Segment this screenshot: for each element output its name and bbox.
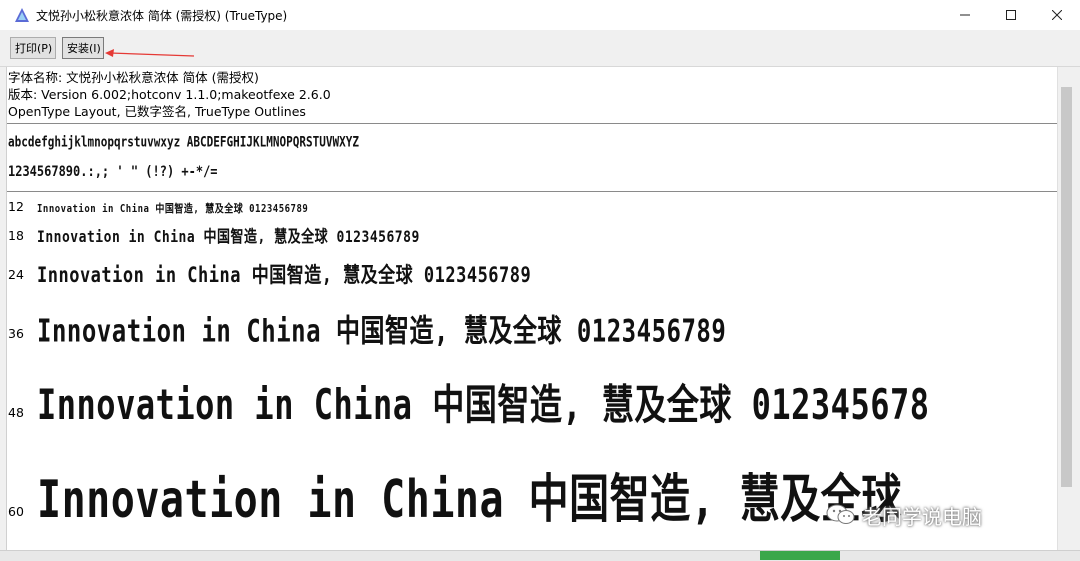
font-info: 字体名称: 文悦孙小松秋意浓体 简体 (需授权) 版本: Version 6.0… <box>8 69 331 120</box>
sample-text: Innovation in China 中国智造, 慧及全球 012345678… <box>37 228 420 247</box>
sample-text: Innovation in China 中国智造, 慧及全球 012345678… <box>37 203 309 216</box>
sample-text: Innovation in China 中国智造, 慧及全球 <box>37 470 902 530</box>
font-viewer-icon <box>15 8 29 22</box>
vertical-scrollbar[interactable] <box>1057 67 1075 550</box>
minimize-icon <box>960 14 970 16</box>
bottom-strip <box>0 550 1080 561</box>
minimize-button[interactable] <box>942 0 988 30</box>
window-controls <box>942 0 1080 30</box>
watermark-text: 老同学说电脑 <box>862 504 982 529</box>
sample-size-label: 18 <box>8 228 24 243</box>
font-features-line: OpenType Layout, 已数字签名, TrueType Outline… <box>8 104 306 119</box>
sample-size-label: 48 <box>8 405 24 420</box>
window-title: 文悦孙小松秋意浓体 简体 (需授权) (TrueType) <box>36 8 288 23</box>
watermark: 老同学说电脑 <box>826 502 982 529</box>
scrollbar-thumb[interactable] <box>1061 87 1072 487</box>
divider <box>7 191 1058 192</box>
font-name-line: 字体名称: 文悦孙小松秋意浓体 简体 (需授权) <box>8 70 259 85</box>
sample-size-label: 24 <box>8 267 24 282</box>
maximize-icon <box>1006 10 1016 20</box>
close-button[interactable] <box>1034 0 1080 30</box>
wechat-icon <box>826 504 855 524</box>
sample-text: Innovation in China 中国智造, 慧及全球 012345678 <box>37 379 930 430</box>
sample-size-label: 12 <box>8 199 24 214</box>
title-bar[interactable]: 文悦孙小松秋意浓体 简体 (需授权) (TrueType) <box>0 0 1080 31</box>
install-button[interactable]: 安装(I) <box>62 37 104 59</box>
charset-letters: abcdefghijklmnopqrstuvwxyz ABCDEFGHIJKLM… <box>8 134 359 151</box>
font-preview-panel[interactable]: 字体名称: 文悦孙小松秋意浓体 简体 (需授权) 版本: Version 6.0… <box>6 67 1058 550</box>
charset-digits: 1234567890.:,; ' " (!?) +-*/= <box>8 163 218 180</box>
maximize-button[interactable] <box>988 0 1034 30</box>
status-bar-fragment <box>760 551 840 560</box>
divider <box>7 123 1058 124</box>
sample-text: Innovation in China 中国智造, 慧及全球 012345678… <box>37 263 532 289</box>
font-version-line: 版本: Version 6.002;hotconv 1.1.0;makeotfe… <box>8 87 331 102</box>
annotation-arrow-icon <box>105 49 195 57</box>
print-button[interactable]: 打印(P) <box>10 37 56 59</box>
sample-size-label: 36 <box>8 326 24 341</box>
close-icon <box>1052 10 1062 20</box>
sample-text: Innovation in China 中国智造, 慧及全球 012345678… <box>37 312 727 350</box>
sample-size-label: 60 <box>8 504 24 519</box>
